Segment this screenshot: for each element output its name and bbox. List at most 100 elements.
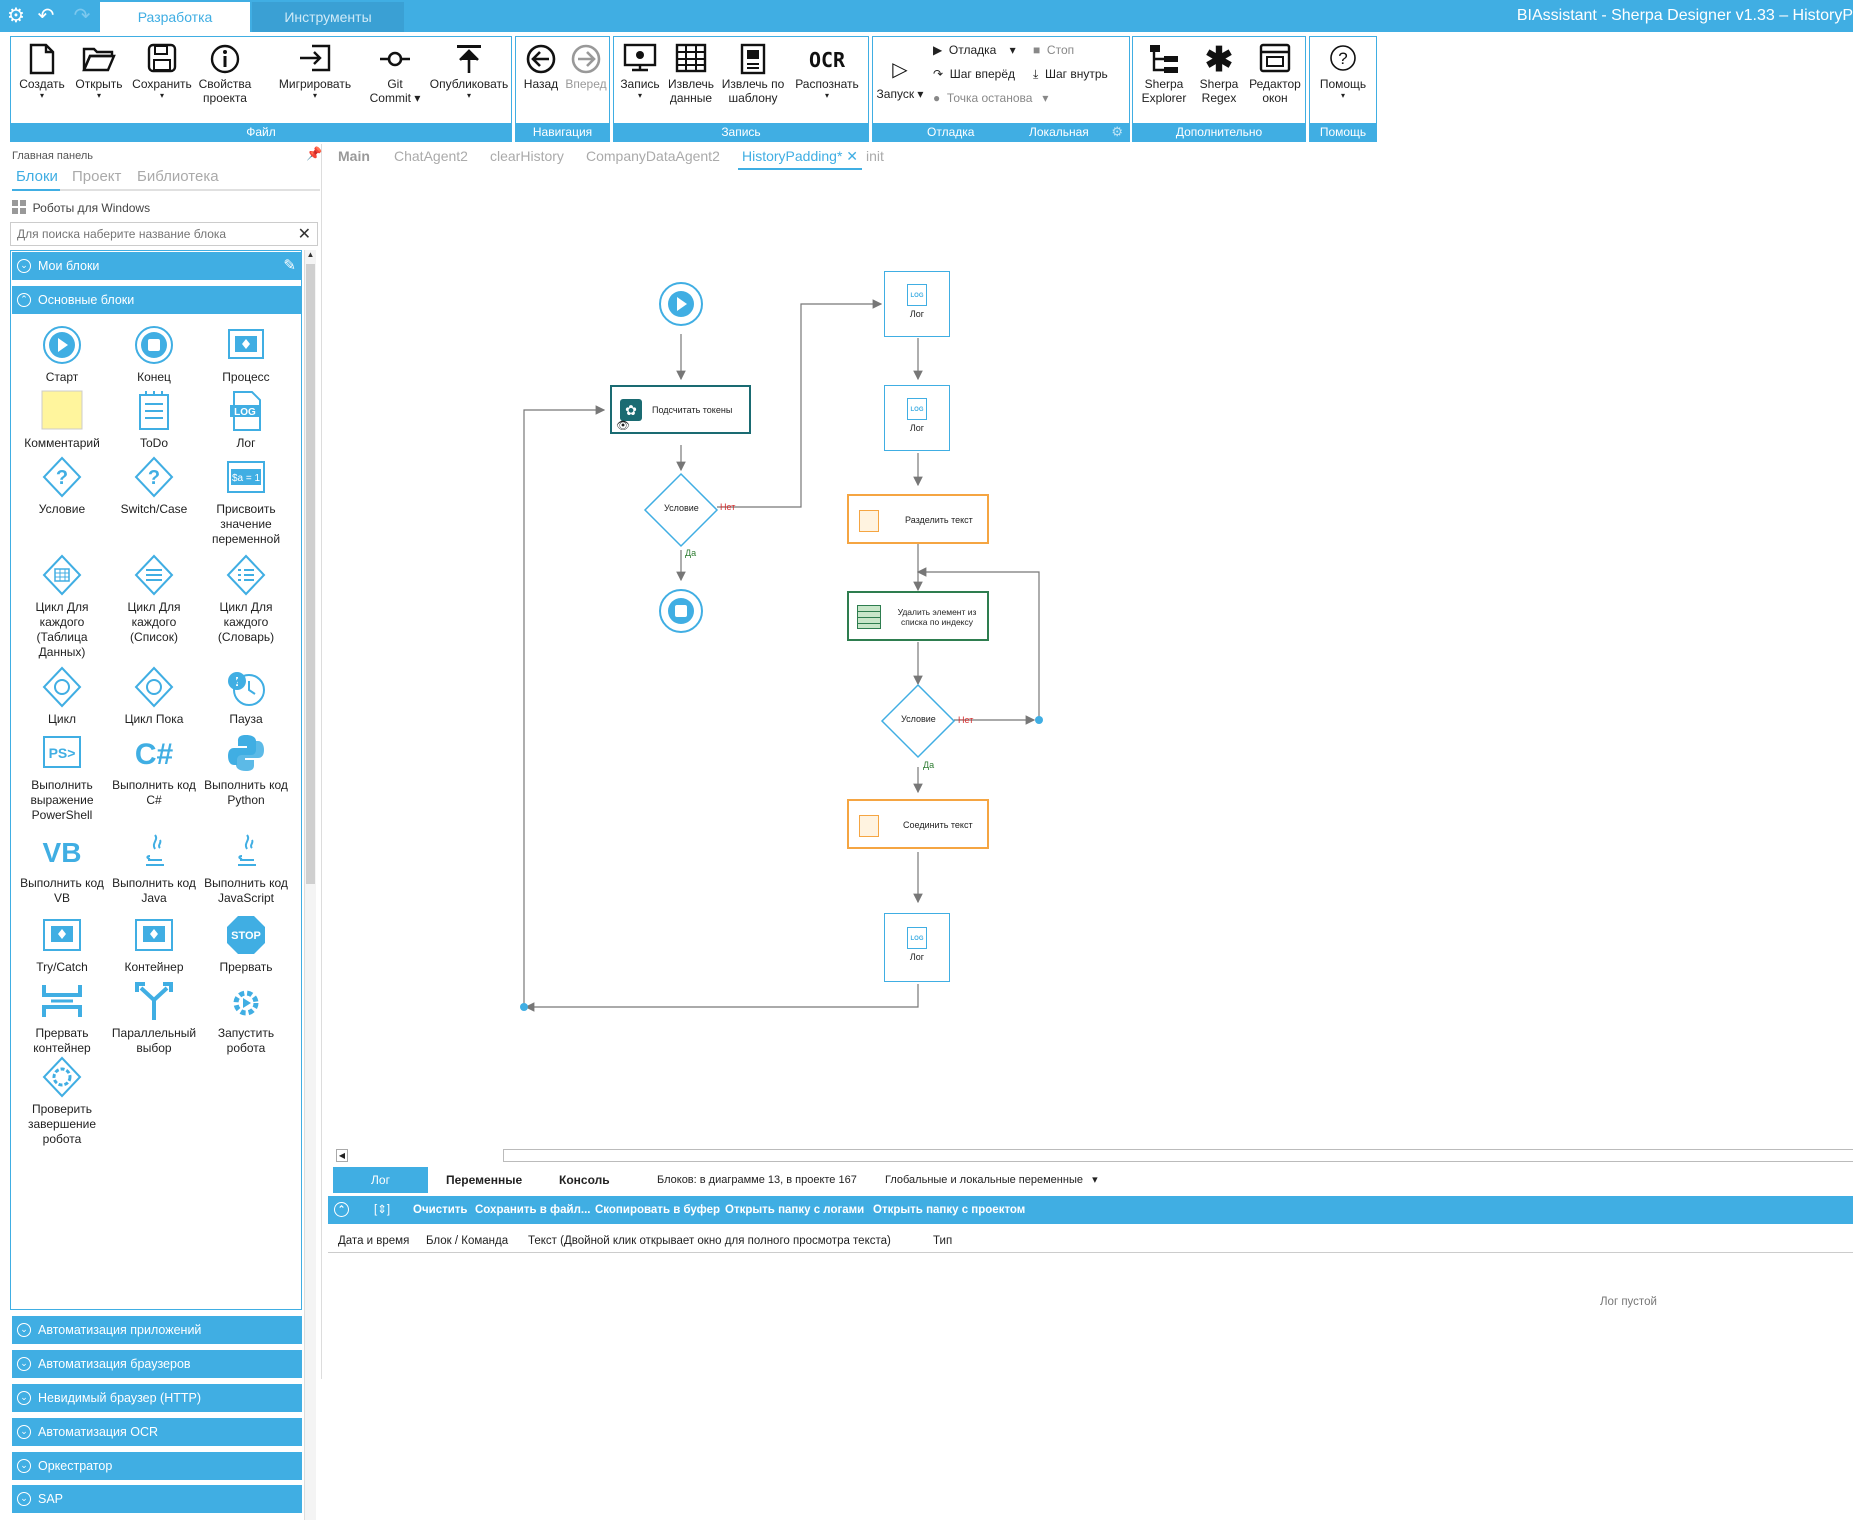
- create-button[interactable]: Создать ▾: [17, 41, 67, 101]
- sidebar-tab-blocks[interactable]: Блоки: [16, 168, 58, 185]
- block-parallel-choice[interactable]: Параллельный выбор: [108, 980, 200, 1056]
- category-2[interactable]: ⌄ Невидимый браузер (HTTP): [12, 1384, 302, 1412]
- block-process[interactable]: Процесс: [200, 324, 292, 385]
- undo-icon[interactable]: ↶: [34, 4, 58, 28]
- log-block-2[interactable]: LOG Лог: [884, 385, 950, 451]
- record-button[interactable]: Запись ▾: [618, 41, 662, 101]
- step-into-button[interactable]: ⤓ Шаг внутрь: [1033, 67, 1108, 82]
- block-try-catch[interactable]: Try/Catch: [16, 914, 108, 975]
- block-assign[interactable]: $a = 1 Присвоить значение переменной: [200, 456, 292, 547]
- sherpa-regex-button[interactable]: ✱ Sherpa Regex: [1193, 41, 1245, 105]
- project-properties-button[interactable]: Свойства проекта: [197, 41, 253, 105]
- debug-button[interactable]: ▶ Отладка ▾: [933, 43, 1016, 57]
- block-start[interactable]: Старт: [16, 324, 108, 385]
- log-block-1[interactable]: LOG Лог: [884, 271, 950, 337]
- bottom-tab-console[interactable]: Консоль: [559, 1167, 610, 1193]
- edit-icon[interactable]: ✎: [283, 252, 296, 280]
- block-foreach-dict[interactable]: Цикл Для каждого (Словарь): [200, 554, 292, 645]
- diagram-canvas[interactable]: Условие Нет Да Условие Нет Да ✿ 👁 Подсчи…: [328, 172, 1853, 1142]
- sidebar-tab-library[interactable]: Библиотека: [137, 168, 219, 185]
- clear-search-icon[interactable]: ✕: [298, 224, 311, 244]
- block-container[interactable]: Контейнер: [108, 914, 200, 975]
- block-break-container[interactable]: Прервать контейнер: [16, 980, 108, 1056]
- block-foreach-table[interactable]: Цикл Для каждого (Таблица Данных): [16, 554, 108, 660]
- log-block-3[interactable]: LOG Лог: [884, 913, 950, 982]
- migrate-button[interactable]: Мигрировать ▾: [275, 41, 355, 101]
- doc-tab-main[interactable]: Main: [338, 148, 370, 164]
- block-stop[interactable]: STOP Прервать: [200, 914, 292, 975]
- doc-tab-init[interactable]: init: [866, 148, 884, 164]
- block-comment[interactable]: Комментарий: [16, 390, 108, 451]
- stop-button[interactable]: ■ Стоп: [1033, 43, 1074, 57]
- block-csharp[interactable]: C# Выполнить код C#: [108, 732, 200, 808]
- category-my-blocks[interactable]: ⌄ Мои блоки ✎: [12, 252, 302, 280]
- close-tab-icon[interactable]: ✕: [846, 148, 858, 164]
- category-1[interactable]: ⌄ Автоматизация браузеров: [12, 1350, 302, 1378]
- sidebar-scrollbar[interactable]: ▲: [304, 250, 316, 1520]
- category-5[interactable]: ⌄ SAP: [12, 1485, 302, 1513]
- block-java[interactable]: Выполнить код Java: [108, 830, 200, 906]
- remove-item-block[interactable]: Удалить элемент из списка по индексу: [847, 591, 989, 641]
- scroll-up-icon[interactable]: ▲: [305, 250, 316, 259]
- recognize-button[interactable]: OCR Распознать ▾: [790, 41, 864, 101]
- column-type[interactable]: Тип: [933, 1229, 952, 1253]
- bottom-tab-log[interactable]: Лог: [333, 1167, 428, 1193]
- join-text-block[interactable]: Соединить текст: [847, 799, 989, 849]
- clear-log-button[interactable]: Очистить: [413, 1196, 468, 1224]
- block-while-loop[interactable]: Цикл Пока: [108, 666, 200, 727]
- sidebar-tab-project[interactable]: Проект: [72, 168, 121, 185]
- block-search-input[interactable]: [11, 223, 281, 245]
- block-foreach-list[interactable]: Цикл Для каждого (Список): [108, 554, 200, 645]
- category-0[interactable]: ⌄ Автоматизация приложений: [12, 1316, 302, 1344]
- doc-tab-clearhistory[interactable]: clearHistory: [490, 148, 564, 164]
- doc-tab-companydataagent2[interactable]: CompanyDataAgent2: [586, 148, 720, 164]
- step-over-button[interactable]: ↷ Шаг вперёд: [933, 67, 1015, 81]
- column-block-command[interactable]: Блок / Команда: [426, 1229, 508, 1253]
- category-3[interactable]: ⌄ Автоматизация OCR: [12, 1418, 302, 1446]
- forward-button[interactable]: Вперед: [564, 41, 608, 91]
- publish-button[interactable]: Опубликовать ▾: [429, 41, 509, 101]
- block-powershell[interactable]: PS> Выполнить выражение PowerShell: [16, 732, 108, 823]
- tab-development[interactable]: Разработка: [100, 2, 250, 32]
- block-pause[interactable]: ! Пауза: [200, 666, 292, 727]
- block-end[interactable]: Конец: [108, 324, 200, 385]
- scrollbar-thumb[interactable]: [306, 264, 315, 884]
- category-basic-blocks[interactable]: ⌃ Основные блоки: [12, 286, 302, 314]
- block-run-robot[interactable]: Запустить робота: [200, 980, 292, 1056]
- split-text-block[interactable]: Разделить текст: [847, 494, 989, 544]
- autoscroll-icon[interactable]: [⇕]: [374, 1196, 390, 1224]
- block-check-robot[interactable]: Проверить завершение робота: [16, 1056, 108, 1147]
- block-python[interactable]: Выполнить код Python: [200, 732, 292, 808]
- run-button[interactable]: ▷ Запуск ▾: [875, 51, 925, 101]
- robots-filter[interactable]: Роботы для Windows: [12, 200, 150, 215]
- extract-data-button[interactable]: Извлечь данные: [666, 41, 716, 105]
- block-vb[interactable]: VB Выполнить код VB: [16, 830, 108, 906]
- block-loop[interactable]: Цикл: [16, 666, 108, 727]
- back-button[interactable]: Назад: [520, 41, 562, 91]
- pin-icon[interactable]: 📌: [306, 146, 322, 162]
- variables-scope-select[interactable]: Глобальные и локальные переменные ▾: [885, 1167, 1098, 1193]
- open-project-folder-button[interactable]: Открыть папку с проектом: [873, 1196, 1025, 1224]
- column-text[interactable]: Текст (Двойной клик открывает окно для п…: [528, 1229, 891, 1253]
- copy-log-button[interactable]: Скопировать в буфер: [595, 1196, 720, 1224]
- tab-tools[interactable]: Инструменты: [252, 2, 404, 32]
- collapse-icon[interactable]: ⌃: [334, 1202, 349, 1217]
- sherpa-explorer-button[interactable]: Sherpa Explorer: [1137, 41, 1191, 105]
- settings-gear-icon[interactable]: ⚙: [4, 4, 28, 28]
- open-logs-folder-button[interactable]: Открыть папку с логами: [725, 1196, 864, 1224]
- scroll-left-icon[interactable]: ◀: [336, 1149, 348, 1162]
- hscroll-thumb[interactable]: [503, 1149, 1853, 1162]
- redo-icon[interactable]: ↷: [70, 4, 94, 28]
- breakpoint-button[interactable]: ● Точка останова ▾: [933, 91, 1048, 105]
- canvas-hscrollbar[interactable]: ◀: [328, 1149, 1853, 1162]
- save-log-button[interactable]: Сохранить в файл...: [475, 1196, 590, 1224]
- block-log[interactable]: LOG Лог: [200, 390, 292, 451]
- block-switch-case[interactable]: ? Switch/Case: [108, 456, 200, 517]
- help-button[interactable]: ? Помощь ▾: [1314, 41, 1372, 101]
- doc-tab-chatagent2[interactable]: ChatAgent2: [394, 148, 468, 164]
- doc-tab-historypadding[interactable]: HistoryPadding* ✕: [738, 148, 863, 170]
- bottom-tab-variables[interactable]: Переменные: [446, 1167, 522, 1193]
- block-javascript[interactable]: Выполнить код JavaScript: [200, 830, 292, 906]
- git-commit-button[interactable]: Git Commit ▾: [365, 41, 425, 105]
- block-condition[interactable]: ? Условие: [16, 456, 108, 517]
